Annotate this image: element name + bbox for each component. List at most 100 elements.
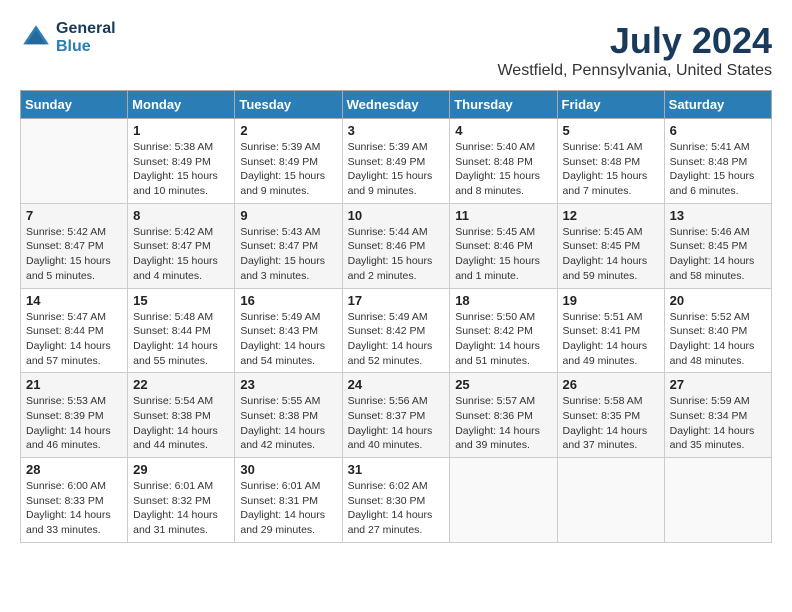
day-number: 17 (348, 293, 445, 308)
day-info: Sunrise: 5:38 AM Sunset: 8:49 PM Dayligh… (133, 140, 229, 199)
day-number: 5 (563, 123, 659, 138)
calendar-table: SundayMondayTuesdayWednesdayThursdayFrid… (20, 90, 772, 543)
day-info: Sunrise: 5:42 AM Sunset: 8:47 PM Dayligh… (26, 225, 122, 284)
day-info: Sunrise: 5:40 AM Sunset: 8:48 PM Dayligh… (455, 140, 551, 199)
day-info: Sunrise: 5:42 AM Sunset: 8:47 PM Dayligh… (133, 225, 229, 284)
day-info: Sunrise: 5:59 AM Sunset: 8:34 PM Dayligh… (670, 394, 766, 453)
day-number: 26 (563, 377, 659, 392)
calendar-cell: 6Sunrise: 5:41 AM Sunset: 8:48 PM Daylig… (664, 119, 771, 204)
day-number: 30 (240, 462, 336, 477)
day-number: 23 (240, 377, 336, 392)
calendar-cell: 17 Sunrise: 5:49 AM Sunset: 8:42 PM Dayli… (342, 288, 450, 373)
day-number: 24 (348, 377, 445, 392)
day-number: 31 (348, 462, 445, 477)
calendar-cell: 28 Sunrise: 6:00 AM Sunset: 8:33 PM Dayli… (21, 458, 128, 543)
day-info: Sunrise: 5:57 AM Sunset: 8:36 PM Dayligh… (455, 394, 551, 453)
calendar-cell: 10 Sunrise: 5:44 AM Sunset: 8:46 PM Dayli… (342, 203, 450, 288)
day-info: Sunrise: 5:49 AM Sunset: 8:42 PM Dayligh… (348, 310, 445, 369)
calendar-cell: 30Sunrise: 6:01 AM Sunset: 8:31 PM Dayli… (235, 458, 342, 543)
day-info: Sunrise: 6:02 AM Sunset: 8:30 PM Dayligh… (348, 479, 445, 538)
day-number: 18 (455, 293, 551, 308)
day-info: Sunrise: 5:56 AM Sunset: 8:37 PM Dayligh… (348, 394, 445, 453)
calendar-cell: 14 Sunrise: 5:47 AM Sunset: 8:44 PM Dayli… (21, 288, 128, 373)
day-number: 14 (26, 293, 122, 308)
day-info: Sunrise: 5:43 AM Sunset: 8:47 PM Dayligh… (240, 225, 336, 284)
calendar-cell: 21 Sunrise: 5:53 AM Sunset: 8:39 PM Dayli… (21, 373, 128, 458)
day-info: Sunrise: 5:47 AM Sunset: 8:44 PM Dayligh… (26, 310, 122, 369)
calendar-cell: 20Sunrise: 5:52 AM Sunset: 8:40 PM Dayli… (664, 288, 771, 373)
logo-icon (20, 22, 52, 54)
calendar-cell (450, 458, 557, 543)
page-header: General Blue July 2024 Westfield, Pennsy… (20, 20, 772, 80)
month-title: July 2024 (497, 20, 772, 62)
day-info: Sunrise: 5:45 AM Sunset: 8:45 PM Dayligh… (563, 225, 659, 284)
day-info: Sunrise: 5:41 AM Sunset: 8:48 PM Dayligh… (563, 140, 659, 199)
title-block: July 2024 Westfield, Pennsylvania, Unite… (497, 20, 772, 80)
day-number: 25 (455, 377, 551, 392)
day-number: 9 (240, 208, 336, 223)
calendar-cell: 1 Sunrise: 5:38 AM Sunset: 8:49 PM Daylig… (128, 119, 235, 204)
day-info: Sunrise: 6:01 AM Sunset: 8:32 PM Dayligh… (133, 479, 229, 538)
calendar-cell: 2 Sunrise: 5:39 AM Sunset: 8:49 PM Daylig… (235, 119, 342, 204)
calendar-cell: 23 Sunrise: 5:55 AM Sunset: 8:38 PM Dayli… (235, 373, 342, 458)
day-number: 28 (26, 462, 122, 477)
day-info: Sunrise: 5:51 AM Sunset: 8:41 PM Dayligh… (563, 310, 659, 369)
calendar-cell: 4Sunrise: 5:40 AM Sunset: 8:48 PM Daylig… (450, 119, 557, 204)
day-info: Sunrise: 5:55 AM Sunset: 8:38 PM Dayligh… (240, 394, 336, 453)
logo: General Blue (20, 20, 116, 56)
day-number: 15 (133, 293, 229, 308)
weekday-header: Thursday (450, 91, 557, 119)
day-number: 16 (240, 293, 336, 308)
day-number: 21 (26, 377, 122, 392)
day-number: 6 (670, 123, 766, 138)
day-number: 22 (133, 377, 229, 392)
calendar-cell: 13 Sunrise: 5:46 AM Sunset: 8:45 PM Dayli… (664, 203, 771, 288)
calendar-week-row: 1 Sunrise: 5:38 AM Sunset: 8:49 PM Daylig… (21, 119, 772, 204)
calendar-cell: 8 Sunrise: 5:42 AM Sunset: 8:47 PM Daylig… (128, 203, 235, 288)
day-info: Sunrise: 5:50 AM Sunset: 8:42 PM Dayligh… (455, 310, 551, 369)
calendar-cell: 18 Sunrise: 5:50 AM Sunset: 8:42 PM Dayli… (450, 288, 557, 373)
day-info: Sunrise: 5:58 AM Sunset: 8:35 PM Dayligh… (563, 394, 659, 453)
location-title: Westfield, Pennsylvania, United States (497, 62, 772, 80)
weekday-header: Tuesday (235, 91, 342, 119)
day-info: Sunrise: 5:44 AM Sunset: 8:46 PM Dayligh… (348, 225, 445, 284)
weekday-header: Saturday (664, 91, 771, 119)
day-info: Sunrise: 5:48 AM Sunset: 8:44 PM Dayligh… (133, 310, 229, 369)
calendar-cell: 29 Sunrise: 6:01 AM Sunset: 8:32 PM Dayli… (128, 458, 235, 543)
day-info: Sunrise: 5:39 AM Sunset: 8:49 PM Dayligh… (240, 140, 336, 199)
calendar-cell: 16 Sunrise: 5:49 AM Sunset: 8:43 PM Dayli… (235, 288, 342, 373)
calendar-cell: 24 Sunrise: 5:56 AM Sunset: 8:37 PM Dayli… (342, 373, 450, 458)
day-number: 8 (133, 208, 229, 223)
day-info: Sunrise: 5:54 AM Sunset: 8:38 PM Dayligh… (133, 394, 229, 453)
weekday-header: Sunday (21, 91, 128, 119)
day-number: 29 (133, 462, 229, 477)
day-info: Sunrise: 5:45 AM Sunset: 8:46 PM Dayligh… (455, 225, 551, 284)
calendar-cell (21, 119, 128, 204)
day-info: Sunrise: 5:39 AM Sunset: 8:49 PM Dayligh… (348, 140, 445, 199)
day-info: Sunrise: 5:49 AM Sunset: 8:43 PM Dayligh… (240, 310, 336, 369)
calendar-cell: 19 Sunrise: 5:51 AM Sunset: 8:41 PM Dayli… (557, 288, 664, 373)
day-number: 19 (563, 293, 659, 308)
weekday-header-row: SundayMondayTuesdayWednesdayThursdayFrid… (21, 91, 772, 119)
calendar-cell (557, 458, 664, 543)
day-number: 20 (670, 293, 766, 308)
day-number: 3 (348, 123, 445, 138)
calendar-cell: 12Sunrise: 5:45 AM Sunset: 8:45 PM Dayli… (557, 203, 664, 288)
day-number: 1 (133, 123, 229, 138)
day-info: Sunrise: 5:46 AM Sunset: 8:45 PM Dayligh… (670, 225, 766, 284)
day-info: Sunrise: 5:53 AM Sunset: 8:39 PM Dayligh… (26, 394, 122, 453)
calendar-week-row: 21 Sunrise: 5:53 AM Sunset: 8:39 PM Dayli… (21, 373, 772, 458)
calendar-cell: 7Sunrise: 5:42 AM Sunset: 8:47 PM Daylig… (21, 203, 128, 288)
calendar-week-row: 14 Sunrise: 5:47 AM Sunset: 8:44 PM Dayli… (21, 288, 772, 373)
day-info: Sunrise: 6:00 AM Sunset: 8:33 PM Dayligh… (26, 479, 122, 538)
day-number: 10 (348, 208, 445, 223)
calendar-cell: 27Sunrise: 5:59 AM Sunset: 8:34 PM Dayli… (664, 373, 771, 458)
logo-text: General Blue (56, 20, 116, 56)
calendar-cell: 22 Sunrise: 5:54 AM Sunset: 8:38 PM Dayli… (128, 373, 235, 458)
calendar-cell: 15 Sunrise: 5:48 AM Sunset: 8:44 PM Dayli… (128, 288, 235, 373)
day-number: 13 (670, 208, 766, 223)
calendar-cell: 26 Sunrise: 5:58 AM Sunset: 8:35 PM Dayli… (557, 373, 664, 458)
day-number: 2 (240, 123, 336, 138)
calendar-week-row: 7Sunrise: 5:42 AM Sunset: 8:47 PM Daylig… (21, 203, 772, 288)
calendar-cell: 11Sunrise: 5:45 AM Sunset: 8:46 PM Dayli… (450, 203, 557, 288)
